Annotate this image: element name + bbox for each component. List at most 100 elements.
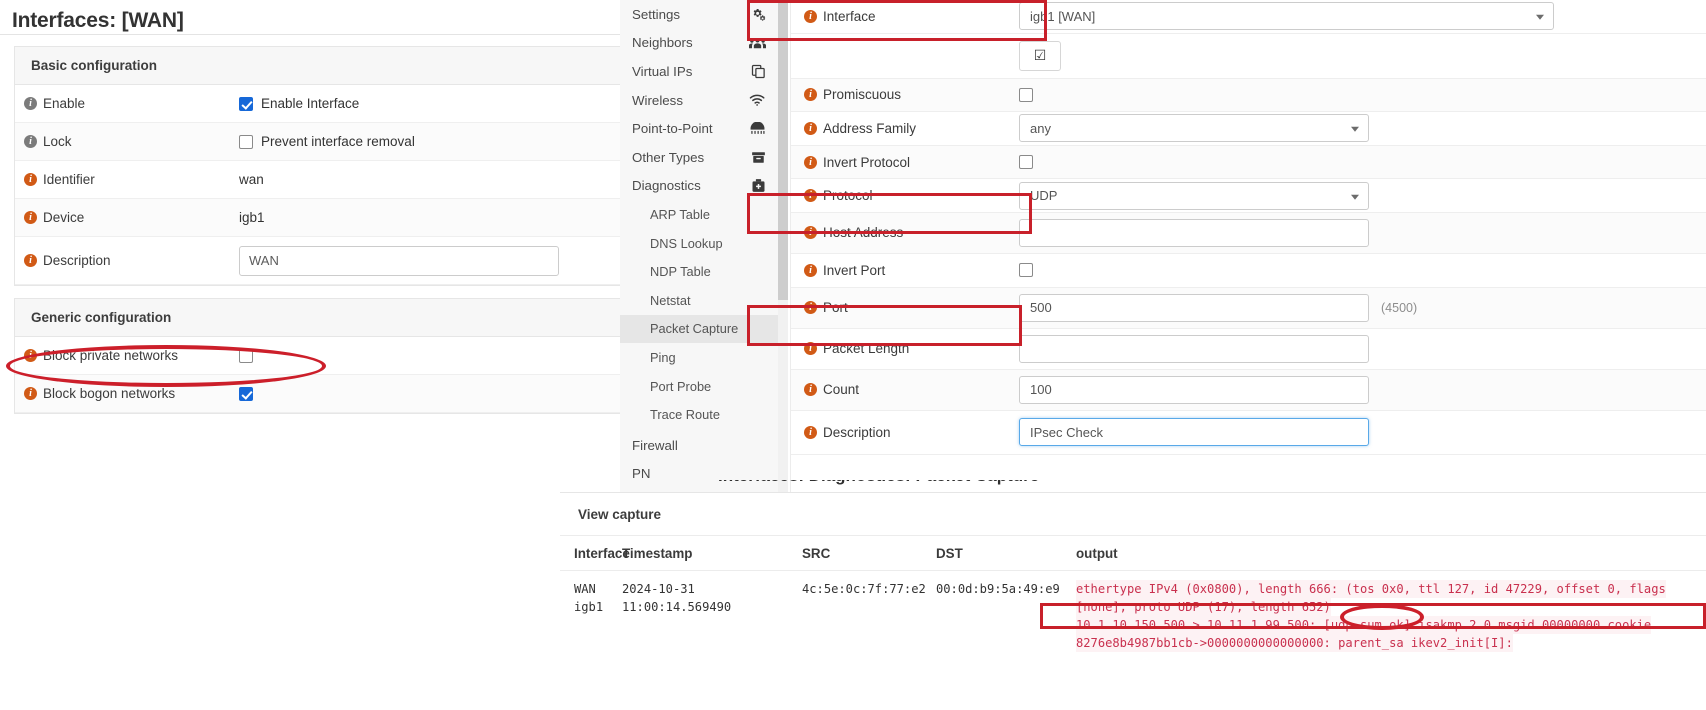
- value-lock: Prevent interface removal: [239, 134, 620, 149]
- value-address-family: any: [1019, 114, 1706, 143]
- row-block-bogon-networks: i Block bogon networks: [15, 375, 620, 413]
- chevron-down-icon: [1536, 15, 1544, 21]
- nav-item-ping[interactable]: Ping: [620, 343, 780, 372]
- value-promiscuous: [1019, 87, 1706, 102]
- protocol-select[interactable]: UDP: [1019, 181, 1369, 210]
- port-input[interactable]: 500: [1019, 293, 1369, 322]
- info-icon[interactable]: i: [24, 211, 37, 224]
- block-bogon-networks-checkbox[interactable]: [239, 386, 253, 401]
- label-text: Block private networks: [43, 348, 179, 363]
- value-host-address: [1019, 218, 1706, 247]
- prevent-interface-removal-checkbox[interactable]: [239, 134, 253, 149]
- label-text: Promiscuous: [823, 87, 902, 103]
- nav-item-wireless[interactable]: Wireless: [620, 86, 780, 115]
- info-icon[interactable]: i: [24, 173, 37, 186]
- nav-item-trace-route[interactable]: Trace Route: [620, 400, 780, 429]
- row-identifier: i Identifier wan: [15, 161, 620, 199]
- address-family-select-value: any: [1030, 120, 1051, 136]
- nav-label: Netstat: [650, 292, 691, 308]
- info-icon[interactable]: i: [24, 349, 37, 362]
- select-all-button[interactable]: ☑: [1019, 40, 1061, 71]
- capture-table-header: Interface Timestamp SRC DST output: [560, 536, 1706, 571]
- label-text: Block bogon networks: [43, 386, 176, 401]
- nav-item-virtual-ips[interactable]: Virtual IPs: [620, 57, 780, 86]
- info-icon[interactable]: i: [804, 425, 817, 439]
- label-text: Enable: [43, 96, 86, 111]
- nav-label: NDP Table: [650, 264, 711, 280]
- capture-description-input[interactable]: IPsec Check: [1019, 418, 1369, 447]
- info-icon[interactable]: i: [804, 9, 817, 23]
- column-header-timestamp: Timestamp: [622, 546, 693, 561]
- label-packet-length: i Packet Length: [791, 341, 1019, 356]
- cell-dst: 00:0d:b9:5a:49:e9: [936, 582, 1060, 596]
- info-icon[interactable]: i: [804, 121, 817, 135]
- info-icon[interactable]: i: [804, 342, 817, 356]
- nav-label: DNS Lookup: [650, 235, 723, 251]
- nav-label: Point-to-Point: [632, 121, 713, 137]
- info-icon[interactable]: i: [804, 88, 817, 102]
- nav-item-netstat[interactable]: Netstat: [620, 286, 780, 315]
- form-row-host-address: i Host Address: [791, 212, 1706, 254]
- label-protocol: i Protocol: [791, 188, 1019, 203]
- info-icon[interactable]: i: [804, 226, 817, 240]
- cell-interface: WAN igb1: [560, 580, 622, 652]
- label-count: i Count: [791, 382, 1019, 397]
- cell-timestamp-line2: 11:00:14.569490: [622, 600, 732, 614]
- nav-item-port-probe[interactable]: Port Probe: [620, 372, 780, 401]
- nav-item-firewall[interactable]: Firewall: [620, 431, 780, 460]
- nav-item-packet-capture[interactable]: Packet Capture: [620, 314, 780, 344]
- info-icon[interactable]: i: [24, 387, 37, 400]
- count-input[interactable]: 100: [1019, 375, 1369, 404]
- label-text: Device: [43, 210, 85, 225]
- cell-interface-line1: WAN: [574, 582, 596, 596]
- nav-item-ndp-table[interactable]: NDP Table: [620, 257, 780, 286]
- info-icon[interactable]: i: [804, 263, 817, 277]
- nav-label: Firewall: [632, 437, 678, 453]
- value-packet-length: [1019, 334, 1706, 363]
- value-device: igb1: [239, 210, 265, 225]
- enable-interface-label: Enable Interface: [261, 96, 360, 111]
- interface-select[interactable]: igb1 [WAN]: [1019, 2, 1554, 31]
- block-private-networks-checkbox[interactable]: [239, 348, 253, 363]
- form-row-description: i Description IPsec Check: [791, 410, 1706, 455]
- value-interface: igb1 [WAN]: [1019, 2, 1706, 31]
- nav-item-point-to-point[interactable]: Point-to-Point: [620, 114, 780, 143]
- description-input[interactable]: WAN: [239, 245, 559, 276]
- info-icon[interactable]: i: [804, 155, 817, 169]
- label-capture-description: i Description: [791, 425, 1019, 440]
- info-icon[interactable]: i: [804, 383, 817, 397]
- basic-configuration-heading: Basic configuration: [15, 46, 620, 85]
- form-row-packet-length: i Packet Length: [791, 328, 1706, 370]
- nav-item-neighbors[interactable]: Neighbors: [620, 29, 780, 58]
- info-icon[interactable]: i: [24, 97, 37, 110]
- nav-item-dns-lookup[interactable]: DNS Lookup: [620, 229, 780, 258]
- info-icon[interactable]: i: [24, 135, 37, 148]
- invert-port-checkbox[interactable]: [1019, 263, 1033, 278]
- label-text: Interface: [823, 8, 876, 24]
- basic-configuration-card: Basic configuration i Enable Enable Inte…: [14, 46, 620, 286]
- packet-length-input[interactable]: [1019, 334, 1369, 363]
- host-address-input[interactable]: [1019, 218, 1369, 247]
- nav-item-settings[interactable]: Settings: [620, 0, 780, 29]
- label-text: Protocol: [823, 188, 873, 204]
- label-text: Description: [823, 424, 891, 440]
- info-icon[interactable]: i: [24, 254, 37, 267]
- address-family-select[interactable]: any: [1019, 114, 1369, 143]
- value-block-bogon-networks: [239, 386, 620, 401]
- promiscuous-checkbox[interactable]: [1019, 87, 1033, 102]
- enable-interface-checkbox[interactable]: [239, 96, 253, 111]
- info-icon[interactable]: i: [804, 301, 817, 315]
- nav-item-other-types[interactable]: Other Types: [620, 143, 780, 172]
- capture-table: Interface Timestamp SRC DST output WAN i…: [560, 536, 1706, 652]
- nav-scrollbar-thumb[interactable]: [778, 0, 788, 300]
- nav-item-diagnostics[interactable]: Diagnostics: [620, 172, 780, 201]
- form-row-interface: i Interface igb1 [WAN]: [791, 0, 1706, 34]
- nav-scrollbar-track[interactable]: [778, 0, 788, 492]
- nav-item-arp-table[interactable]: ARP Table: [620, 200, 780, 229]
- invert-protocol-checkbox[interactable]: [1019, 155, 1033, 170]
- row-enable: i Enable Enable Interface: [15, 85, 620, 123]
- nav-label: Ping: [650, 349, 676, 365]
- medkit-icon: [751, 178, 766, 193]
- info-icon[interactable]: i: [804, 189, 817, 203]
- form-row-invert-port: i Invert Port: [791, 253, 1706, 288]
